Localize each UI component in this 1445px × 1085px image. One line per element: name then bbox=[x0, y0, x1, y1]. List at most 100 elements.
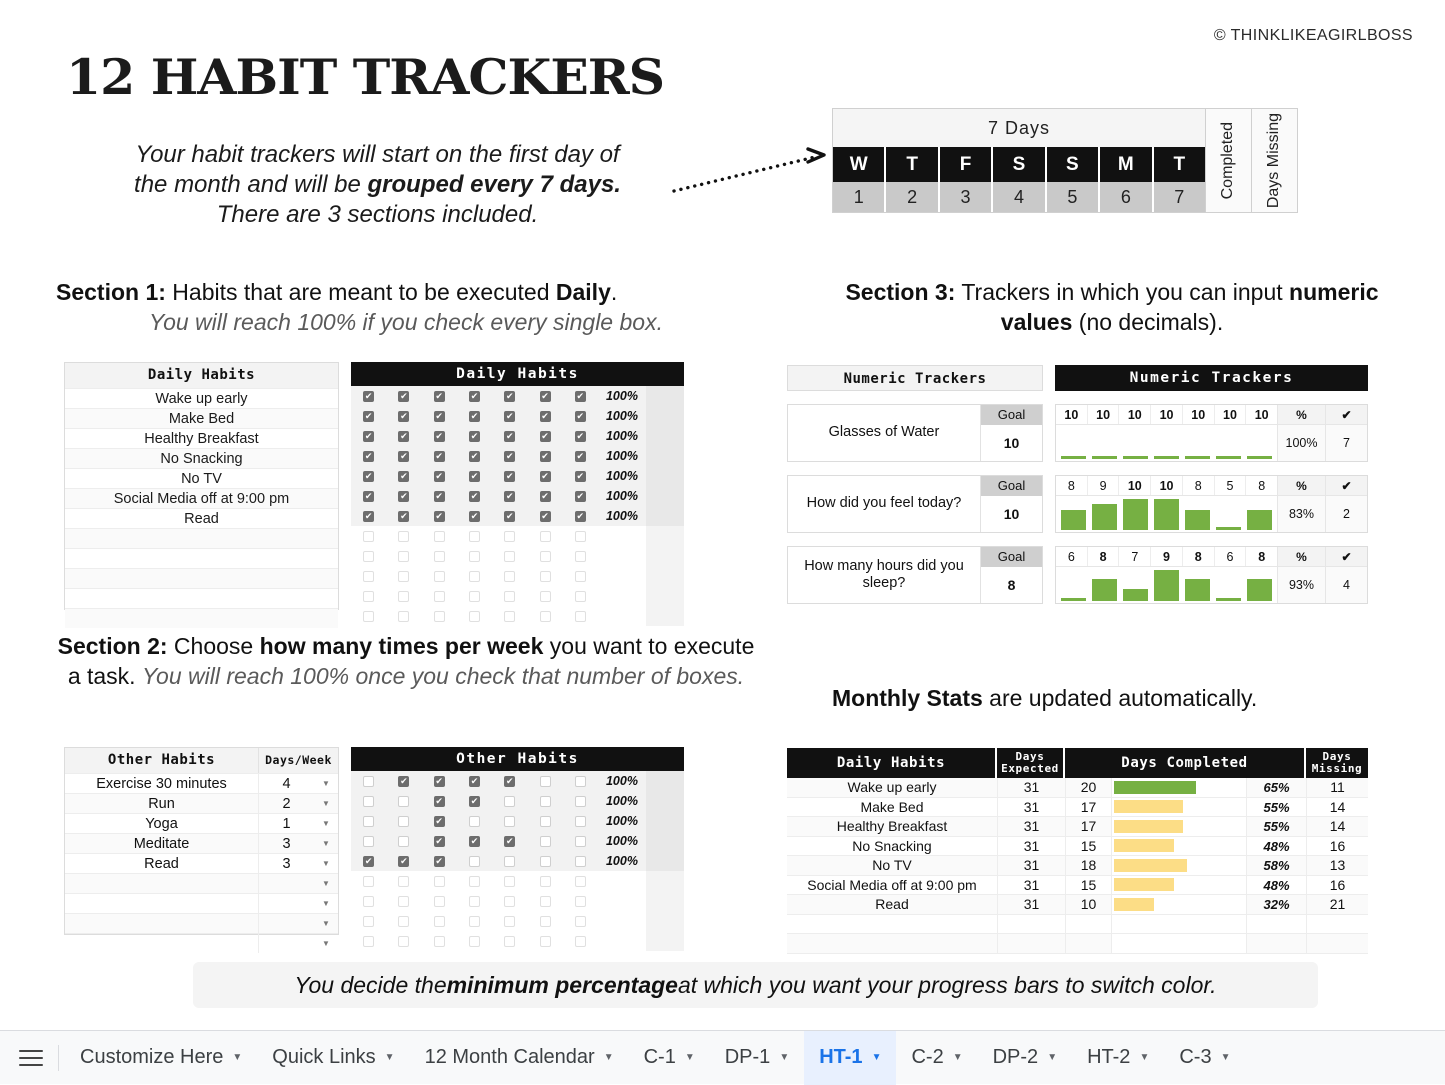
chevron-down-icon[interactable]: ▼ bbox=[232, 1052, 242, 1063]
checkbox-cell[interactable] bbox=[386, 811, 421, 831]
checkbox-checked-icon[interactable]: ✔ bbox=[433, 450, 445, 462]
checkbox-cell[interactable] bbox=[563, 911, 598, 931]
chevron-down-icon[interactable]: ▼ bbox=[685, 1052, 695, 1063]
checkbox-unchecked-icon[interactable] bbox=[363, 775, 375, 787]
other-habit-days[interactable]: 2 bbox=[258, 794, 314, 813]
checkbox-cell[interactable]: ✔ bbox=[457, 791, 492, 811]
checkbox-checked-icon[interactable]: ✔ bbox=[504, 390, 516, 402]
checkbox-cell[interactable]: ✔ bbox=[422, 831, 457, 851]
tracker-value-cell[interactable]: 10 bbox=[1246, 405, 1277, 424]
other-habit-days[interactable]: 4 bbox=[258, 774, 314, 793]
checkbox-cell[interactable] bbox=[386, 911, 421, 931]
checkbox-cell[interactable]: ✔ bbox=[563, 466, 598, 486]
checkbox-unchecked-icon[interactable] bbox=[504, 570, 516, 582]
checkbox-checked-icon[interactable]: ✔ bbox=[433, 430, 445, 442]
checkbox-cell[interactable]: ✔ bbox=[422, 506, 457, 526]
checkbox-cell[interactable] bbox=[492, 546, 527, 566]
checkbox-unchecked-icon[interactable] bbox=[574, 815, 586, 827]
checkbox-cell[interactable] bbox=[386, 566, 421, 586]
checkbox-unchecked-icon[interactable] bbox=[504, 935, 516, 947]
checkbox-cell[interactable] bbox=[563, 526, 598, 546]
checkbox-checked-icon[interactable]: ✔ bbox=[398, 410, 410, 422]
checkbox-cell[interactable] bbox=[422, 566, 457, 586]
checkbox-cell[interactable] bbox=[527, 546, 562, 566]
checkbox-cell[interactable]: ✔ bbox=[563, 426, 598, 446]
daily-habit-row-empty[interactable] bbox=[65, 588, 338, 608]
checkbox-unchecked-icon[interactable] bbox=[468, 570, 480, 582]
checkbox-cell[interactable] bbox=[457, 526, 492, 546]
checkbox-unchecked-icon[interactable] bbox=[433, 610, 445, 622]
checkbox-cell[interactable] bbox=[351, 606, 386, 626]
checkbox-cell[interactable] bbox=[386, 891, 421, 911]
daily-habit-row-empty[interactable] bbox=[65, 568, 338, 588]
checkbox-checked-icon[interactable]: ✔ bbox=[433, 490, 445, 502]
checkbox-unchecked-icon[interactable] bbox=[433, 550, 445, 562]
tracker-value-cell[interactable]: 10 bbox=[1119, 476, 1152, 495]
checkbox-cell[interactable] bbox=[457, 586, 492, 606]
checkbox-checked-icon[interactable]: ✔ bbox=[504, 490, 516, 502]
other-habit-row[interactable]: Run 2 ▼ bbox=[65, 793, 338, 813]
checkbox-unchecked-icon[interactable] bbox=[433, 935, 445, 947]
checkbox-cell[interactable]: ✔ bbox=[457, 831, 492, 851]
checkbox-checked-icon[interactable]: ✔ bbox=[363, 450, 375, 462]
checkbox-unchecked-icon[interactable] bbox=[539, 610, 551, 622]
checkbox-cell[interactable]: ✔ bbox=[386, 486, 421, 506]
checkbox-cell[interactable] bbox=[492, 526, 527, 546]
checkbox-cell[interactable]: ✔ bbox=[457, 466, 492, 486]
checkbox-checked-icon[interactable]: ✔ bbox=[363, 490, 375, 502]
checkbox-cell[interactable] bbox=[527, 566, 562, 586]
checkbox-unchecked-icon[interactable] bbox=[504, 610, 516, 622]
checkbox-checked-icon[interactable]: ✔ bbox=[574, 510, 586, 522]
chevron-down-icon[interactable]: ▼ bbox=[604, 1052, 614, 1063]
other-habit-name[interactable] bbox=[65, 934, 258, 953]
checkbox-unchecked-icon[interactable] bbox=[363, 530, 375, 542]
checkbox-cell[interactable] bbox=[386, 586, 421, 606]
checkbox-cell[interactable] bbox=[527, 911, 562, 931]
other-habit-name[interactable] bbox=[65, 874, 258, 893]
tracker-value-cell[interactable]: 10 bbox=[1151, 476, 1183, 495]
checkbox-cell[interactable]: ✔ bbox=[422, 426, 457, 446]
checkbox-checked-icon[interactable]: ✔ bbox=[539, 490, 551, 502]
checkbox-cell[interactable] bbox=[492, 871, 527, 891]
checkbox-cell[interactable]: ✔ bbox=[422, 386, 457, 406]
checkbox-unchecked-icon[interactable] bbox=[398, 875, 410, 887]
checkbox-unchecked-icon[interactable] bbox=[468, 915, 480, 927]
checkbox-cell[interactable] bbox=[457, 606, 492, 626]
checkbox-cell[interactable] bbox=[563, 891, 598, 911]
other-habit-days[interactable]: 1 bbox=[258, 814, 314, 833]
goal-value[interactable]: 10 bbox=[981, 425, 1042, 461]
other-habit-row[interactable]: Yoga 1 ▼ bbox=[65, 813, 338, 833]
checkbox-unchecked-icon[interactable] bbox=[398, 935, 410, 947]
checkbox-unchecked-icon[interactable] bbox=[504, 530, 516, 542]
other-habit-row[interactable]: Read 3 ▼ bbox=[65, 853, 338, 873]
other-habit-name[interactable] bbox=[65, 894, 258, 913]
checkbox-checked-icon[interactable]: ✔ bbox=[504, 410, 516, 422]
daily-habit-row-empty[interactable] bbox=[65, 608, 338, 628]
checkbox-cell[interactable]: ✔ bbox=[351, 486, 386, 506]
checkbox-unchecked-icon[interactable] bbox=[539, 895, 551, 907]
checkbox-cell[interactable] bbox=[492, 911, 527, 931]
checkbox-cell[interactable] bbox=[563, 586, 598, 606]
checkbox-cell[interactable] bbox=[422, 586, 457, 606]
checkbox-cell[interactable]: ✔ bbox=[351, 386, 386, 406]
checkbox-unchecked-icon[interactable] bbox=[468, 875, 480, 887]
checkbox-unchecked-icon[interactable] bbox=[433, 875, 445, 887]
hamburger-icon[interactable] bbox=[14, 1041, 48, 1075]
checkbox-cell[interactable] bbox=[422, 546, 457, 566]
checkbox-cell[interactable] bbox=[492, 811, 527, 831]
sheet-tab-ht-1[interactable]: HT-1 ▼ bbox=[804, 1030, 897, 1085]
tracker-value-cell[interactable]: 10 bbox=[1183, 405, 1215, 424]
checkbox-unchecked-icon[interactable] bbox=[574, 935, 586, 947]
sheet-tab-ht-2[interactable]: HT-2 ▼ bbox=[1072, 1031, 1164, 1085]
checkbox-cell[interactable]: ✔ bbox=[492, 386, 527, 406]
checkbox-checked-icon[interactable]: ✔ bbox=[468, 410, 480, 422]
checkbox-cell[interactable] bbox=[492, 791, 527, 811]
checkbox-unchecked-icon[interactable] bbox=[504, 590, 516, 602]
other-habit-row-empty[interactable]: ▼ bbox=[65, 873, 338, 893]
checkbox-cell[interactable] bbox=[422, 911, 457, 931]
checkbox-unchecked-icon[interactable] bbox=[363, 570, 375, 582]
checkbox-unchecked-icon[interactable] bbox=[539, 835, 551, 847]
checkbox-unchecked-icon[interactable] bbox=[504, 550, 516, 562]
checkbox-cell[interactable] bbox=[422, 526, 457, 546]
checkbox-unchecked-icon[interactable] bbox=[363, 550, 375, 562]
